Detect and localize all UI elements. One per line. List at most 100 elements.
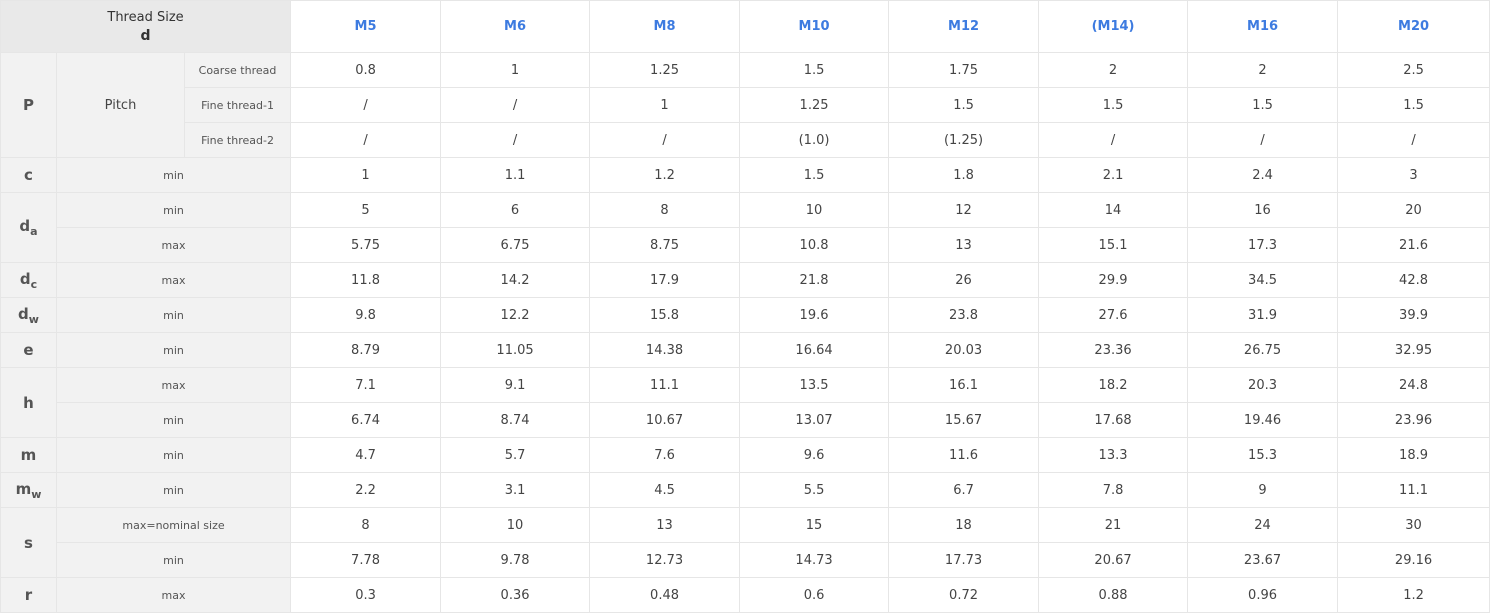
- symbol-text: r: [24, 586, 33, 604]
- table-cell: (1.25): [888, 122, 1040, 158]
- thread-spec-table: Thread Size d M5 M6 M8 M10 M12 (M14) M16…: [0, 0, 1490, 613]
- table-cell: 23.8: [888, 297, 1040, 333]
- table-cell: (1.0): [739, 122, 890, 158]
- row-label: min: [55, 402, 292, 438]
- table-cell: 0.96: [1187, 577, 1339, 613]
- row-label: min: [55, 157, 292, 193]
- table-cell: 1.5: [739, 157, 890, 193]
- table-cell: 9.8: [290, 297, 442, 333]
- table-cell: 17.3: [1187, 227, 1339, 263]
- table-cell: 4.7: [290, 437, 442, 473]
- table-row: P Pitch Coarse thread 0.8 1 1.25 1.5 1.75 2 2 2.5: [0, 52, 1490, 158]
- table-cell: 1.25: [589, 52, 741, 88]
- table-cell: 29.16: [1337, 542, 1490, 578]
- table-cell: 13: [589, 507, 741, 543]
- header-row: Thread Size d M5 M6 M8 M10 M12 (M14) M16…: [0, 0, 1490, 53]
- table-row: Fine thread-2// / (1.0) (1.25) / / /: [1, 122, 1490, 158]
- table-cell: 1.2: [589, 157, 741, 193]
- table-cell: 12: [888, 192, 1040, 228]
- table-cell: 18.9: [1337, 437, 1490, 473]
- table-cell: 24.8: [1337, 367, 1490, 403]
- row-symbol: h: [0, 367, 57, 438]
- table-cell: 21.8: [739, 262, 890, 298]
- table-cell: 13.5: [739, 367, 890, 403]
- table-cell: 14.2: [440, 262, 591, 298]
- symbol-text: m: [15, 479, 32, 498]
- table-cell: 39.9: [1337, 297, 1490, 333]
- table-row: Fine thread-1//1 1.25 1.5 1.5 1.5 1.5: [1, 87, 1490, 123]
- table-cell: 29.9: [1038, 262, 1189, 298]
- table-cell: 26: [888, 262, 1040, 298]
- column-header: M20: [1337, 0, 1490, 53]
- table-cell: 6: [440, 192, 591, 228]
- thread-size-symbol: d: [140, 27, 151, 44]
- table-cell: 4.5: [589, 472, 741, 508]
- table-cell: 8: [589, 192, 741, 228]
- row-label: Fine thread-1: [183, 87, 292, 123]
- table-cell: /: [589, 122, 741, 158]
- table-cell: 8.74: [440, 402, 591, 438]
- table-cell: /: [290, 87, 442, 123]
- table-cell: 16: [1187, 192, 1339, 228]
- table-cell: 26.75: [1187, 332, 1339, 368]
- table-cell: 17.68: [1038, 402, 1189, 438]
- symbol-subscript: w: [31, 487, 42, 501]
- table-cell: 7.78: [290, 542, 442, 578]
- table-cell: 7.8: [1038, 472, 1189, 508]
- symbol-text: s: [24, 533, 33, 552]
- table-cell: 14.73: [739, 542, 890, 578]
- table-cell: 0.8: [290, 52, 442, 88]
- table-cell: 1.5: [1038, 87, 1189, 123]
- table-cell: 19.46: [1187, 402, 1339, 438]
- row-symbol: dc: [0, 262, 57, 298]
- table-cell: 16.64: [739, 332, 890, 368]
- table-cell: 42.8: [1337, 262, 1490, 298]
- row-symbol: s: [0, 507, 57, 578]
- table-cell: 8.79: [290, 332, 442, 368]
- table-cell: 11.1: [589, 367, 741, 403]
- table-cell: 9: [1187, 472, 1339, 508]
- table-cell: 1.1: [440, 157, 591, 193]
- table-cell: 11.6: [888, 437, 1040, 473]
- table-cell: 15.8: [589, 297, 741, 333]
- table-cell: 0.48: [589, 577, 741, 613]
- table-cell: 5.5: [739, 472, 890, 508]
- table-cell: 1.5: [1187, 87, 1339, 123]
- column-header: (M14): [1038, 0, 1189, 53]
- table-cell: 1: [290, 157, 442, 193]
- table-cell: 31.9: [1187, 297, 1339, 333]
- row-label: min: [55, 192, 292, 228]
- table-cell: 2.4: [1187, 157, 1339, 193]
- row-symbol: r: [0, 577, 57, 613]
- table-cell: /: [1337, 122, 1490, 158]
- column-header: M10: [739, 0, 890, 53]
- table-cell: 21.6: [1337, 227, 1490, 263]
- table-row: e min 8.79 11.05 14.38 16.64 20.03 23.36 26.75 32…: [0, 332, 1490, 368]
- table-cell: 15.3: [1187, 437, 1339, 473]
- table-row: r max 0.3 0.36 0.48 0.6 0.72 0.88 0.96 1.2: [0, 577, 1490, 613]
- table-cell: /: [1038, 122, 1189, 158]
- row-symbol: da: [0, 192, 57, 263]
- column-header: M5: [290, 0, 442, 53]
- table-cell: 23.36: [1038, 332, 1189, 368]
- table-row: dw min 9.8 12.2 15.8 19.6 23.8 27.6 31.9 39.9: [0, 297, 1490, 333]
- table-cell: 3: [1337, 157, 1490, 193]
- table-cell: 14: [1038, 192, 1189, 228]
- table-cell: 12.73: [589, 542, 741, 578]
- table-cell: 0.72: [888, 577, 1040, 613]
- table-cell: 0.3: [290, 577, 442, 613]
- table-row: mw min 2.2 3.1 4.5 5.5 6.7 7.8 9 11.1: [0, 472, 1490, 508]
- table-cell: 2.2: [290, 472, 442, 508]
- table-cell: 14.38: [589, 332, 741, 368]
- table-cell: 0.6: [739, 577, 890, 613]
- table-cell: 1.8: [888, 157, 1040, 193]
- row-label: min: [55, 542, 292, 578]
- symbol-text: m: [20, 446, 37, 464]
- column-header: M6: [440, 0, 591, 53]
- row-label: min: [55, 297, 292, 333]
- row-label: max: [55, 367, 292, 403]
- table-cell: /: [440, 87, 591, 123]
- table-cell: 17.73: [888, 542, 1040, 578]
- column-header: M8: [589, 0, 741, 53]
- column-header: M12: [888, 0, 1040, 53]
